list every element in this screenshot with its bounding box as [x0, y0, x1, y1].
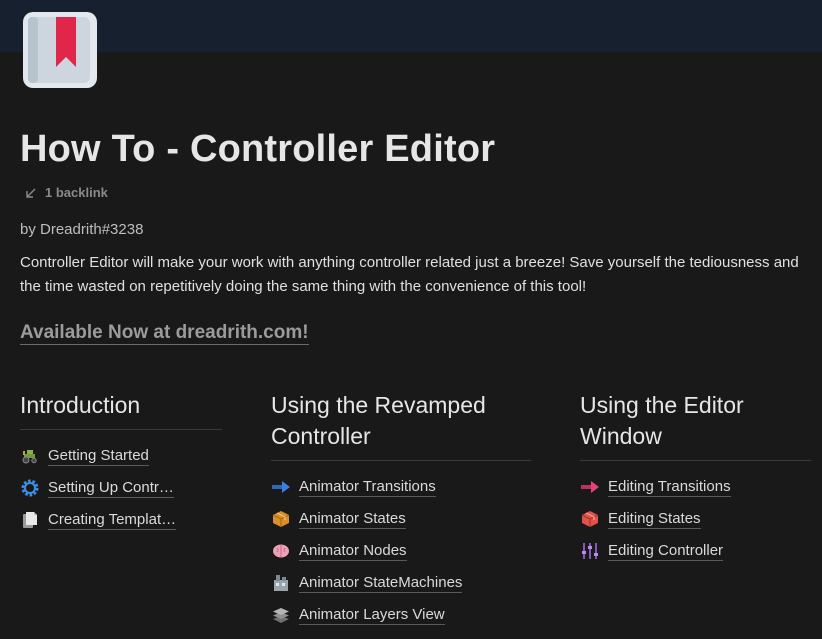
column-editor-window: Using the Editor Window Editing Transiti…	[580, 390, 811, 567]
gear-icon	[20, 478, 40, 498]
link-editing-controller[interactable]: Editing Controller	[608, 542, 724, 561]
list-item[interactable]: Getting Started	[20, 440, 222, 472]
list-item[interactable]: Animator Transitions	[271, 471, 531, 503]
cta-link[interactable]: Available Now at dreadrith.com!	[20, 322, 309, 345]
link-setting-up-controller[interactable]: Setting Up Contr…	[48, 479, 174, 498]
link-getting-started[interactable]: Getting Started	[48, 447, 149, 466]
column-heading: Using the Editor Window	[580, 390, 811, 461]
factory-icon	[271, 573, 291, 593]
backlink-label: 1 backlink	[45, 185, 108, 200]
column-heading: Introduction	[20, 390, 222, 430]
list-item[interactable]: Animator Nodes	[271, 535, 531, 567]
bookmark-book-icon[interactable]	[22, 11, 98, 89]
page-cover	[0, 0, 822, 52]
list-item[interactable]: Editing Transitions	[580, 471, 811, 503]
layers-icon	[271, 605, 291, 625]
description: Controller Editor will make your work wi…	[20, 254, 799, 295]
red-box-icon	[580, 509, 600, 529]
link-animator-layers-view[interactable]: Animator Layers View	[299, 606, 445, 625]
pink-arrow-icon	[580, 477, 600, 497]
blue-arrow-icon	[271, 477, 291, 497]
list-item[interactable]: Setting Up Contr…	[20, 472, 222, 504]
box-icon	[271, 509, 291, 529]
list-item[interactable]: Animator States	[271, 503, 531, 535]
link-animator-states[interactable]: Animator States	[299, 510, 406, 529]
sliders-icon	[580, 541, 600, 561]
tractor-icon	[20, 446, 40, 466]
list-item[interactable]: Animator StateMachines	[271, 567, 531, 599]
list-item[interactable]: Animator Layers View	[271, 599, 531, 631]
list-item[interactable]: Editing States	[580, 503, 811, 535]
page-title: How To - Controller Editor	[20, 128, 496, 170]
link-creating-templates[interactable]: Creating Templat…	[48, 511, 177, 530]
link-animator-transitions[interactable]: Animator Transitions	[299, 478, 436, 497]
column-revamped-controller: Using the Revamped Controller Animator T…	[271, 390, 531, 631]
author-line: by Dreadrith#3238	[20, 221, 144, 238]
list-item[interactable]: Editing Controller	[580, 535, 811, 567]
column-introduction: Introduction Getting Started Setting Up …	[20, 390, 222, 536]
link-editing-transitions[interactable]: Editing Transitions	[608, 478, 731, 497]
column-heading: Using the Revamped Controller	[271, 390, 531, 461]
link-editing-states[interactable]: Editing States	[608, 510, 701, 529]
link-animator-nodes[interactable]: Animator Nodes	[299, 542, 407, 561]
page-icon	[20, 510, 40, 530]
backlink-link[interactable]: 1 backlink	[25, 185, 108, 200]
link-animator-statemachines[interactable]: Animator StateMachines	[299, 574, 463, 593]
brain-icon	[271, 541, 291, 561]
list-item[interactable]: Creating Templat…	[20, 504, 222, 536]
arrow-down-left-icon	[26, 188, 36, 198]
